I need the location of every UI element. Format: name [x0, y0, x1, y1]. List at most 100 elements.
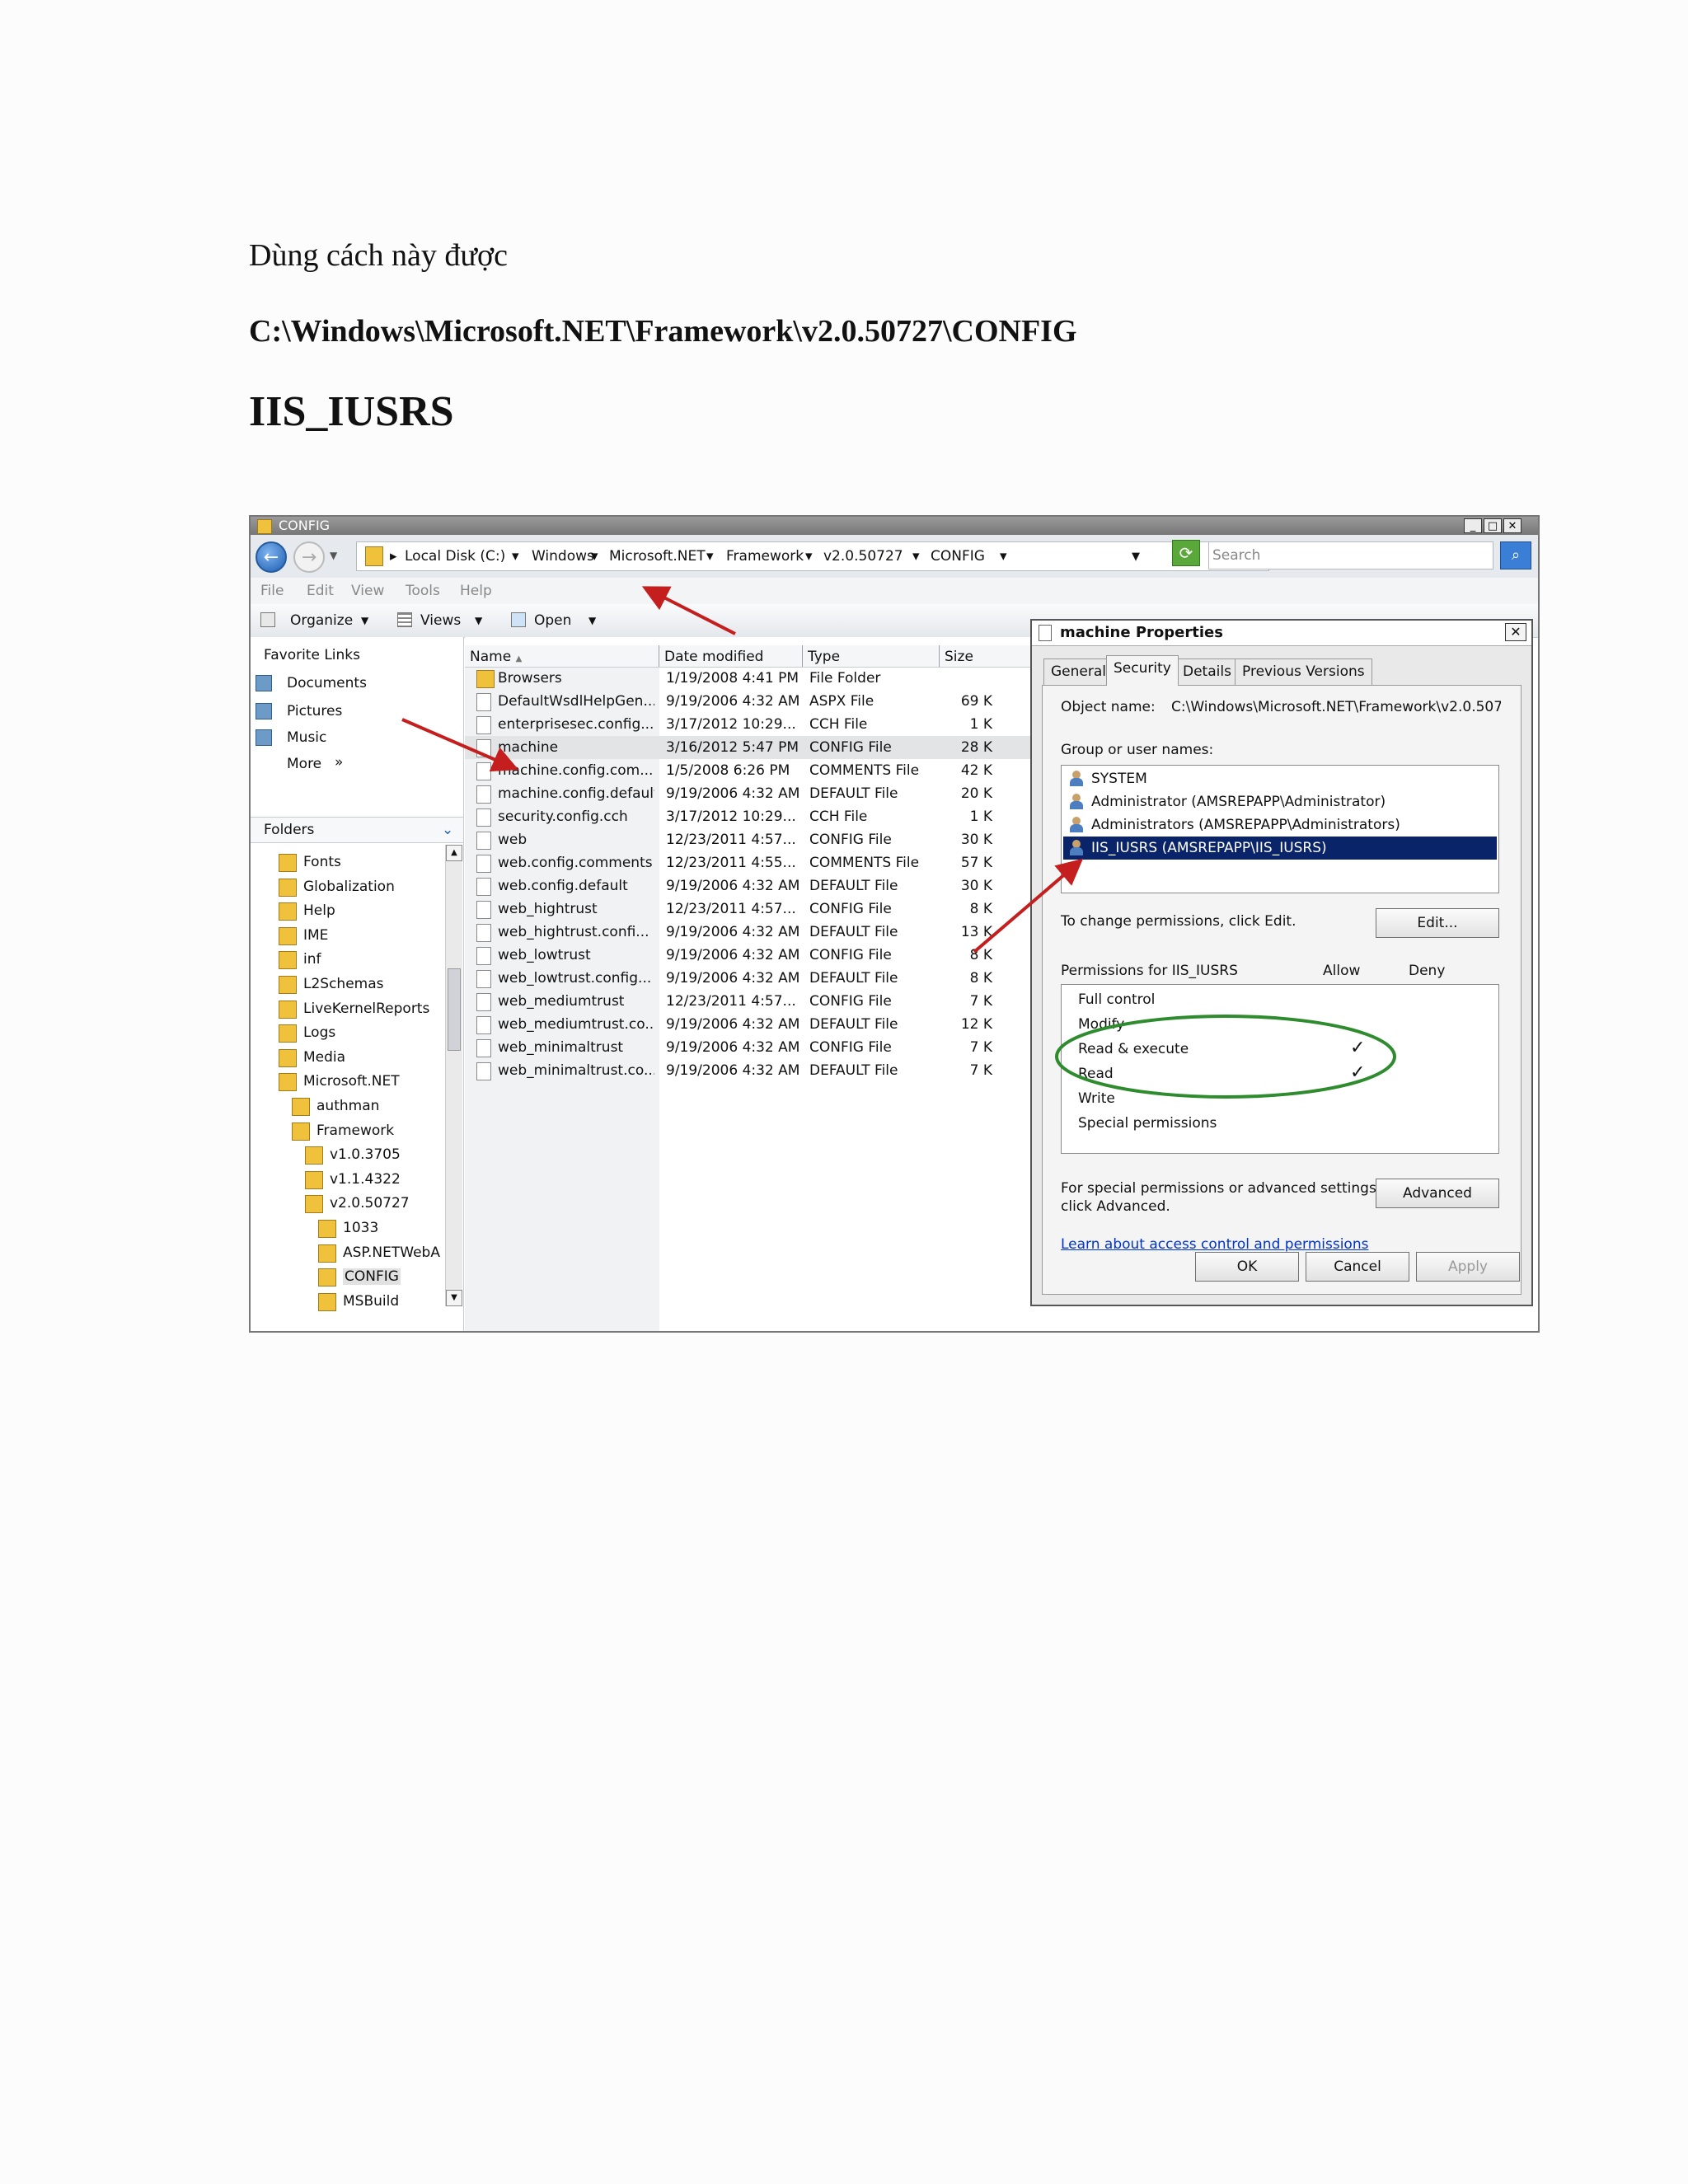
column-label: Name [470, 649, 512, 665]
breadcrumb-item[interactable]: v2.0.50727 [823, 548, 903, 565]
menu-file[interactable]: File [260, 583, 284, 599]
file-type: DEFAULT File [809, 970, 898, 987]
search-icon[interactable]: ⌕ [1500, 541, 1531, 569]
folder-icon [279, 854, 297, 872]
tab-general[interactable]: General [1043, 658, 1114, 685]
scroll-up-icon[interactable]: ▲ [446, 845, 462, 861]
folders-title: Folders [264, 822, 315, 838]
folder-icon [279, 926, 297, 945]
column-label: Date modified [664, 649, 764, 665]
favorite-label: Documents [287, 675, 367, 691]
apply-button[interactable]: Apply [1416, 1252, 1520, 1282]
file-icon [476, 947, 491, 965]
column-date[interactable]: Date modified [659, 645, 803, 667]
favorite-more[interactable]: More » [256, 752, 453, 776]
file-type: File Folder [809, 670, 881, 687]
file-size: 13 K [960, 924, 992, 940]
address-dropdown-icon[interactable]: ▼ [1132, 551, 1140, 563]
breadcrumb-item[interactable]: CONFIG [931, 548, 985, 565]
folder-icon [279, 1024, 297, 1043]
menu-view[interactable]: View [351, 583, 384, 599]
file-size: 30 K [960, 878, 992, 894]
favorite-pictures[interactable]: Pictures [256, 700, 453, 723]
folder-label: MSBuild [343, 1292, 400, 1310]
column-name[interactable]: Name ▲ [465, 645, 659, 667]
file-name: web_minimaltrust.co... [498, 1062, 654, 1079]
breadcrumb-sep-icon[interactable]: ▸ [390, 548, 397, 565]
folders-header[interactable]: Folders ⌄ [251, 817, 463, 843]
search-input[interactable]: Search [1208, 541, 1493, 569]
breadcrumb-item[interactable]: Microsoft.NET [609, 548, 706, 565]
breadcrumb-sep-icon[interactable]: ▾ [1000, 548, 1007, 565]
breadcrumb-sep-icon[interactable]: ▾ [512, 548, 519, 565]
organize-button[interactable]: Organize [290, 612, 353, 629]
breadcrumb-sep-icon[interactable]: ▾ [912, 548, 920, 565]
group-heading: IIS_IUSRS [249, 388, 454, 435]
learn-access-control-link[interactable]: Learn about access control and permissio… [1061, 1236, 1368, 1253]
file-name: web_hightrust.confi... [498, 924, 649, 940]
file-icon [476, 739, 491, 757]
refresh-icon[interactable]: ⟳ [1172, 540, 1200, 566]
file-date: 9/19/2006 4:32 AM [666, 693, 800, 710]
allow-check-icon: ✓ [1350, 1062, 1366, 1083]
folder-icon [279, 878, 297, 897]
tab-previous-versions[interactable]: Previous Versions [1235, 658, 1372, 685]
group-item-iis-iusrs[interactable]: IIS_IUSRS (AMSREPAPP\IIS_IUSRS) [1063, 837, 1497, 860]
group-item-system[interactable]: SYSTEM [1063, 767, 1497, 790]
folder-scrollbar[interactable]: ▲ ▼ [445, 845, 462, 1306]
folder-icon [318, 1268, 336, 1287]
breadcrumb-sep-icon[interactable]: ▾ [591, 548, 598, 565]
folder-label: 1033 [343, 1220, 379, 1236]
maximize-button[interactable]: □ [1484, 518, 1502, 533]
file-icon [476, 855, 491, 873]
menu-help[interactable]: Help [460, 583, 492, 599]
breadcrumb-item[interactable]: Framework [726, 548, 804, 565]
breadcrumb-item[interactable]: Windows [532, 548, 594, 565]
forward-button[interactable]: → [293, 541, 325, 573]
minimize-button[interactable]: _ [1464, 518, 1482, 533]
column-type[interactable]: Type [803, 645, 940, 667]
file-date: 9/19/2006 4:32 AM [666, 878, 800, 894]
group-item-administrators[interactable]: Administrators (AMSREPAPP\Administrators… [1063, 813, 1497, 837]
file-size: 57 K [960, 855, 992, 871]
file-name: web.config.default [498, 878, 628, 894]
folder-label: v2.0.50727 [330, 1195, 410, 1212]
file-date: 9/19/2006 4:32 AM [666, 1016, 800, 1033]
music-icon [256, 729, 272, 746]
scroll-down-icon[interactable]: ▼ [446, 1290, 462, 1306]
file-size: 7 K [969, 1039, 992, 1056]
tab-details[interactable]: Details [1175, 658, 1239, 685]
breadcrumb-sep-icon[interactable]: ▾ [805, 548, 813, 565]
scroll-thumb[interactable] [448, 968, 461, 1051]
recent-pages-icon[interactable]: ▼ [330, 550, 337, 561]
file-icon [476, 993, 491, 1011]
chevron-down-icon[interactable]: ▼ [475, 615, 482, 626]
file-icon [476, 878, 491, 896]
chevron-down-icon[interactable]: ⌄ [442, 822, 453, 838]
cancel-button[interactable]: Cancel [1306, 1252, 1409, 1282]
tab-security[interactable]: Security [1106, 655, 1179, 686]
menu-tools[interactable]: Tools [406, 583, 440, 599]
edit-button[interactable]: Edit... [1376, 908, 1499, 938]
deny-header: Deny [1409, 963, 1446, 979]
file-size: 7 K [969, 993, 992, 1010]
breadcrumb-item[interactable]: Local Disk (C:) [405, 548, 505, 565]
explorer-screenshot: CONFIG _ □ ✕ ← → ▼ ▸ Local Disk (C:) ▾ W… [249, 515, 1540, 1333]
close-button[interactable]: ✕ [1503, 518, 1522, 533]
dialog-close-button[interactable]: ✕ [1505, 623, 1526, 641]
favorite-music[interactable]: Music [256, 726, 453, 749]
breadcrumb[interactable]: ▸ Local Disk (C:) ▾ Windows ▾ Microsoft.… [356, 541, 1269, 571]
breadcrumb-sep-icon[interactable]: ▾ [706, 548, 714, 565]
views-button[interactable]: Views [420, 612, 461, 629]
group-list[interactable]: SYSTEM Administrator (AMSREPAPP\Administ… [1061, 765, 1499, 893]
chevron-down-icon[interactable]: ▼ [588, 615, 596, 626]
menu-edit[interactable]: Edit [307, 583, 334, 599]
advanced-button[interactable]: Advanced [1376, 1179, 1499, 1208]
file-name: DefaultWsdlHelpGen... [498, 693, 654, 710]
open-button[interactable]: Open [534, 612, 571, 629]
ok-button[interactable]: OK [1195, 1252, 1299, 1282]
back-button[interactable]: ← [256, 541, 287, 573]
chevron-down-icon[interactable]: ▼ [361, 615, 368, 626]
favorite-documents[interactable]: Documents [256, 672, 453, 695]
group-item-administrator[interactable]: Administrator (AMSREPAPP\Administrator) [1063, 790, 1497, 813]
